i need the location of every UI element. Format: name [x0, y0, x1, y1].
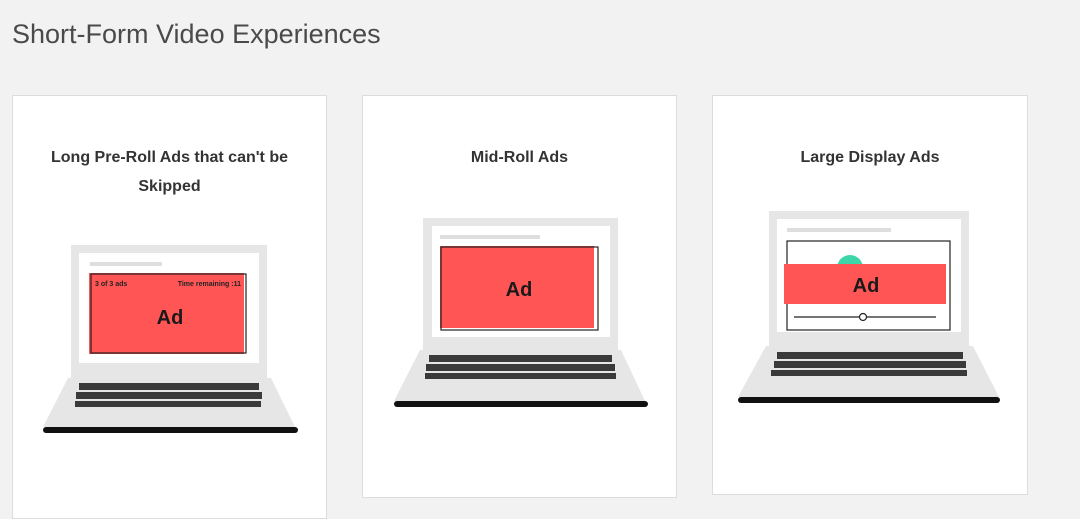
browser-bar	[787, 228, 891, 232]
laptop-base-edge	[394, 401, 648, 407]
keyboard-row	[774, 361, 966, 368]
keyboard-row	[777, 352, 963, 359]
keyboard-row	[771, 370, 967, 376]
page-title: Short-Form Video Experiences	[12, 19, 381, 49]
keyboard-row	[79, 383, 259, 390]
card-mid-roll-ads: Mid-Roll Ads Ad	[362, 95, 677, 498]
ad-label: Ad	[506, 279, 533, 301]
laptop-base-edge	[738, 397, 1000, 403]
ad-label: Ad	[157, 307, 184, 329]
keyboard-row	[75, 401, 261, 407]
ad-counter: 3 of 3 ads	[95, 281, 127, 288]
ad-time-remaining: Time remaining :11	[178, 281, 241, 288]
laptop-icon: 3 of 3 ads Time remaining :11 Ad	[43, 245, 298, 433]
keyboard-row	[426, 364, 615, 371]
keyboard-row	[425, 373, 616, 379]
keyboard-row	[76, 392, 262, 399]
browser-bar	[440, 235, 540, 239]
video-progress-knob	[858, 312, 868, 322]
card-long-pre-roll-ads: Long Pre-Roll Ads that can't be Skipped …	[12, 95, 327, 519]
browser-bar	[90, 262, 162, 266]
laptop-base-edge	[43, 427, 298, 433]
ad-label: Ad	[853, 275, 880, 297]
laptop-icon: Ad	[738, 211, 1000, 403]
keyboard-row	[429, 355, 612, 362]
card-large-display-ads: Large Display Ads Ad	[712, 95, 1028, 495]
laptop-icon: Ad	[394, 218, 648, 407]
content-panel: Short-Form Video Experiences Long Pre-Ro…	[0, 0, 1080, 519]
